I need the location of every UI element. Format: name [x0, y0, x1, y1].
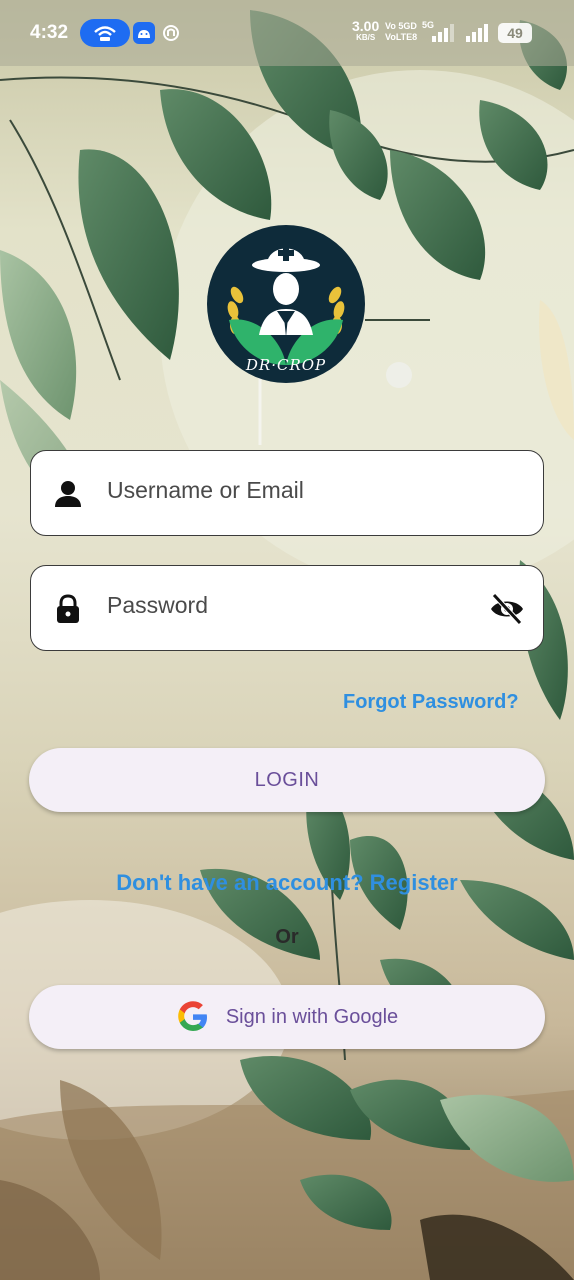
google-sign-in-button[interactable]: Sign in with Google	[29, 985, 545, 1049]
password-field[interactable]	[30, 565, 544, 651]
visibility-off-icon[interactable]	[489, 592, 525, 626]
username-input[interactable]	[107, 477, 467, 504]
or-divider: Or	[275, 926, 299, 948]
google-icon	[178, 1001, 207, 1031]
signal-icon-sim2	[466, 24, 488, 42]
hotspot-icon	[80, 19, 130, 47]
logo-text: DR·CROP	[245, 356, 327, 374]
status-time: 4:32	[30, 22, 69, 43]
lock-icon	[57, 594, 79, 623]
signal-icon-sim1	[432, 24, 454, 42]
volte-indicator: Vo 5GD VoLTE8	[385, 21, 418, 42]
network-speed-unit: KB/S	[356, 33, 376, 42]
register-link[interactable]: Don't have an account? Register	[0, 870, 574, 896]
battery-icon: 49	[498, 23, 532, 43]
person-icon	[55, 481, 81, 507]
battery-level: 49	[507, 25, 523, 41]
login-button-label: LOGIN	[254, 768, 320, 791]
forgot-password-link[interactable]: Forgot Password?	[343, 691, 519, 714]
status-bar: 4:32 3.00 KB/S Vo 5GD VoLTE8 5G 49	[0, 0, 574, 66]
login-button[interactable]: LOGIN	[29, 748, 545, 812]
password-input[interactable]	[107, 592, 467, 619]
app-logo: DR·CROP	[207, 225, 365, 383]
google-sign-in-label: Sign in with Google	[225, 1005, 399, 1028]
network-speed: 3.00 KB/S	[352, 19, 379, 44]
username-field[interactable]	[30, 450, 544, 536]
android-icon	[133, 22, 155, 44]
app-notification-icon	[160, 22, 182, 44]
